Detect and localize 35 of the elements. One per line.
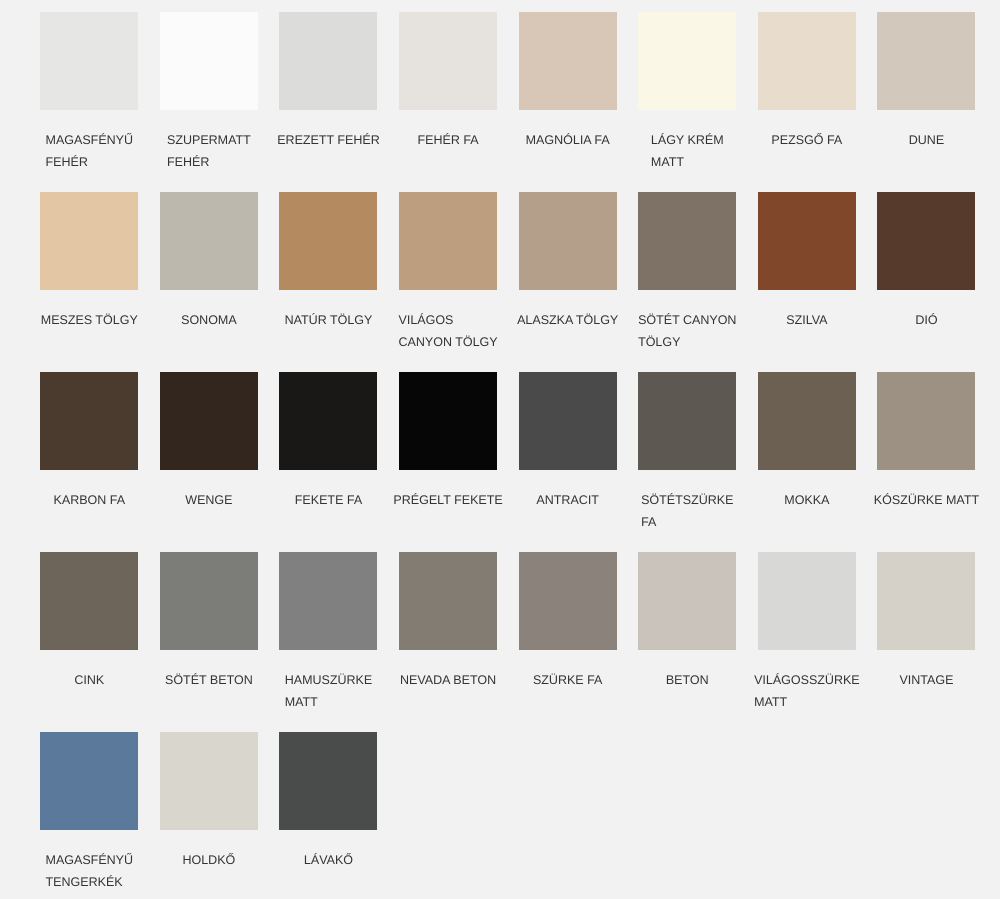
finish-label: ANTRACIT	[536, 492, 599, 509]
finish-label: HAMUSZÜRKE MATT	[284, 672, 372, 711]
finish-label: SÖTÉT CANYON TÖLGY	[638, 312, 736, 351]
finish-label: DIÓ	[915, 312, 938, 329]
finish-label: DUNE	[908, 132, 944, 149]
finish-label: MESZES TÖLGY	[40, 312, 138, 329]
finish-label: SONOMA	[181, 312, 237, 329]
finish-label: SZÜRKE FA	[532, 672, 602, 689]
finish-label: PRÉGELT FEKETE	[393, 492, 503, 509]
finish-label: PEZSGŐ FA	[771, 132, 842, 149]
finish-label: MOKKA	[784, 492, 830, 509]
finish-label: VILÁGOS CANYON TÖLGY	[398, 312, 498, 351]
finish-label: SZILVA	[786, 312, 828, 329]
finish-label: HOLDKŐ	[182, 852, 236, 869]
finish-label: SÖTÉT BETON	[165, 672, 253, 689]
finish-label: SZUPERMATT FEHÉR	[166, 132, 251, 171]
finish-label: LÁVAKŐ	[304, 852, 354, 869]
finish-label: SÖTÉTSZÜRKE FA	[641, 492, 734, 531]
finish-label: ALASZKA TÖLGY	[517, 312, 618, 329]
finish-label: WENGE	[185, 492, 232, 509]
finish-label: EREZETT FEHÉR	[277, 132, 380, 149]
finish-label: VILÁGOSSZÜRKE MATT	[754, 672, 860, 711]
finish-label: KÓSZÜRKE MATT	[874, 492, 980, 509]
finish-label: MAGNÓLIA FA	[526, 132, 610, 149]
finish-label: NATÚR TÖLGY	[284, 312, 372, 329]
finish-label: MAGASFÉNYŰ FEHÉR	[46, 132, 134, 171]
finish-label: KARBON FA	[54, 492, 126, 509]
finish-label: LÁGY KRÉM MATT	[650, 132, 724, 171]
finish-label: FEKETE FA	[294, 492, 362, 509]
finish-label: BETON	[666, 672, 709, 689]
finish-label: VINTAGE	[899, 672, 954, 689]
finish-label: NEVADA BETON	[400, 672, 496, 689]
finish-label: MAGASFÉNYŰ TENGERKÉK	[46, 852, 134, 891]
finish-label: FEHÉR FA	[418, 132, 479, 149]
finish-label: CINK	[74, 672, 104, 689]
